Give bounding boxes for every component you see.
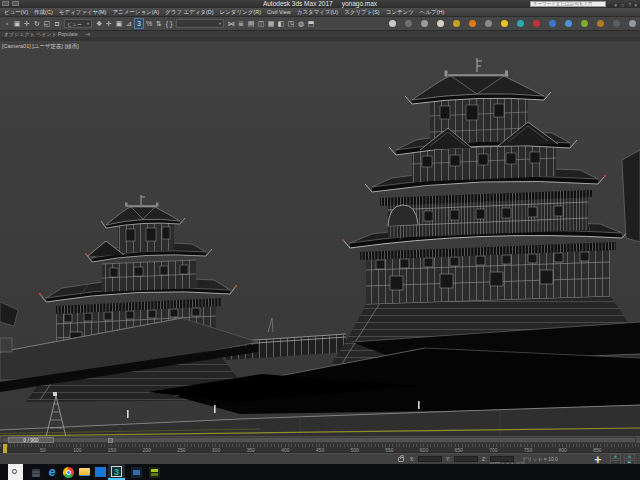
spinner-snap-icon[interactable]: ⇅ [154,18,164,29]
viewport[interactable]: [Camera01] [ユーザ定義] [線画] [0,41,640,436]
toolbar-ball-10-icon[interactable] [533,20,540,27]
menu-view[interactable]: ビュー(V) [1,9,31,16]
toolbar-ball-14-icon[interactable] [597,20,604,27]
coord-y-label: Y: [446,456,450,462]
select-object-icon[interactable]: ✛ [22,18,32,29]
menu-create[interactable]: 作成(C) [31,9,56,16]
scale-icon[interactable]: ◱ [42,18,52,29]
toolbar-ball-5-icon[interactable] [453,20,460,27]
chrome-icon[interactable] [62,466,74,478]
grid-size-text: グリッド = 10.0 [522,456,558,462]
zoom-icon[interactable]: ⊕ [610,454,621,459]
rotate-icon[interactable]: ↻ [32,18,42,29]
select-link-icon[interactable]: ▫ [2,18,12,29]
unlink-icon[interactable]: ▣ [12,18,22,29]
coord-y-field[interactable] [454,456,478,462]
move-icon[interactable]: ✛ [104,18,114,29]
curve-editor-icon[interactable]: ◧ [276,18,286,29]
photos-icon[interactable] [130,466,142,478]
toolbar-ball-1-icon[interactable] [389,20,396,27]
scene-wireframe [0,41,640,436]
taskbar-search-button[interactable] [8,464,23,480]
windows-taskbar: ▦ e 3 [0,464,640,480]
toolbar-ball-12-icon[interactable] [565,20,572,27]
time-slider-handle[interactable]: 0 / 900 [8,437,54,443]
toolbar-ball-4-icon[interactable] [437,20,444,27]
menu-animation[interactable]: アニメーション(A) [109,9,162,16]
selection-lock-icon[interactable] [398,457,404,462]
material-editor-icon[interactable]: ◍ [296,18,306,29]
viewport-label[interactable]: [Camera01] [ユーザ定義] [線画] [2,43,79,50]
toolbar-ball-7-icon[interactable] [485,20,492,27]
ribbon-toggle-icon[interactable]: ▦ [266,18,276,29]
angle-snap-icon[interactable]: ⊿ [124,18,134,29]
percent-snap-icon[interactable]: % [144,18,154,29]
ribbon-row: オブジェクト ペイント Populate ▪▾ [0,31,640,41]
zoom-all-icon[interactable]: ⊞ [624,454,635,459]
menu-graph-editors[interactable]: グラフ エディタ(D) [162,9,217,16]
toolbar-ball-6-icon[interactable] [469,20,476,27]
scene-explorer-icon[interactable]: ◫ [256,18,266,29]
toolbar-ball-2-icon[interactable] [405,20,412,27]
menu-help[interactable]: ヘルプ(H) [417,9,448,16]
toolbar-ball-16-icon[interactable] [629,20,636,27]
right-edge-roof [622,150,640,242]
toolbar-ball-13-icon[interactable] [581,20,588,27]
title-bar: Autodesk 3ds Max 2017 yonago.max キーワードまた… [0,0,640,8]
status-bar: X: Y: Z: グリッド = 10.0 時間タグを追加 + ⊕ ⊞ ◔ ⬒ [0,453,640,464]
named-selection-dropdown[interactable]: ▾ [176,19,224,28]
layer-manager-icon[interactable]: ▤ [246,18,256,29]
align-icon[interactable]: ≣ [236,18,246,29]
snap-toggle-icon[interactable]: ▣ [114,18,124,29]
infocenter-icons[interactable]: ▾ ☆ ? ▾ [615,2,638,8]
select-region-icon[interactable]: ◘ [52,18,62,29]
toolbar-ball-15-icon[interactable] [613,20,620,27]
toolbar-ball-8-icon[interactable] [501,20,508,27]
menu-civil-view[interactable]: Civil View [264,9,294,15]
render-setup-icon[interactable]: ⬒ [306,18,316,29]
pivot-icon[interactable]: ❖ [94,18,104,29]
mail-icon[interactable] [94,466,106,478]
time-slider-knob[interactable] [108,438,113,443]
toolbar-ball-11-icon[interactable] [549,20,556,27]
frame-zero-marker [3,444,7,453]
menu-customize[interactable]: カスタマイズ(U) [294,9,341,16]
media-app-icon[interactable] [148,466,160,478]
menu-scripting[interactable]: スクリプト(S) [341,9,382,16]
time-slider-track[interactable] [2,437,636,443]
timeline-ruler[interactable]: 50 100 150 200 250 300 350 400 450 500 5… [0,444,640,453]
menu-modifiers[interactable]: モディファイヤ(M) [56,9,110,16]
menu-bar: ビュー(V) 作成(C) モディファイヤ(M) アニメーション(A) グラフ エ… [0,8,640,17]
toolbar-ball-9-icon[interactable] [517,20,524,27]
help-search-input[interactable]: キーワードまたは語句を入力 [530,1,606,7]
toolbar-ball-3-icon[interactable] [421,20,428,27]
time-slider-row: 0 / 900 [0,436,640,444]
menu-content[interactable]: コンテンツ [383,9,417,16]
main-toolbar: ▫ ▣ ✛ ↻ ◱ ◘ ビュー▾ ❖ ✛ ▣ ⊿ 3 % ⇅ { } ▾ ⋈ ≣… [0,17,640,31]
coord-x-field[interactable] [418,456,442,462]
mirror-icon[interactable]: ⋈ [226,18,236,29]
3dsmax-icon: 3 [111,466,122,477]
edge-icon[interactable]: e [46,466,58,478]
schematic-view-icon[interactable]: ◳ [286,18,296,29]
edit-selset-icon[interactable]: { } [164,18,174,29]
3dsmax-taskbar-button[interactable]: 3 [108,464,125,480]
menu-rendering[interactable]: レンダリング(R) [217,9,264,16]
ref-coord-dropdown[interactable]: ビュー▾ [64,19,92,28]
coord-z-label: Z: [482,456,486,462]
task-view-icon[interactable]: ▦ [30,466,42,478]
snap-25-icon[interactable]: 3 [134,18,144,29]
coord-x-label: X: [410,456,415,462]
file-explorer-icon[interactable] [78,466,90,478]
